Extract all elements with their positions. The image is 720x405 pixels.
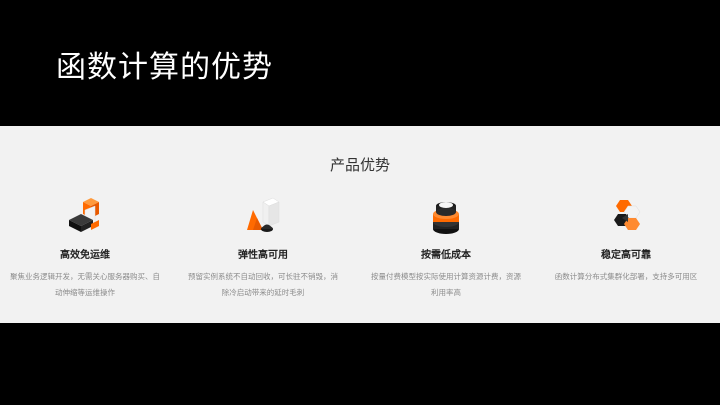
feature-description: 函数计算分布式集群化部署，支持多可用区	[554, 272, 698, 281]
feature-description: 聚焦业务逻辑开发，无需关心服务器购买、自动伸缩等运维操作	[10, 272, 160, 297]
feature-card: 按需低成本 按量付费模型按实际使用计算资源计费，资源利用率高	[356, 196, 536, 301]
feature-card: 弹性高可用 预留实例系统不自动回收，可长驻不销毁，消除冷启动带来的延时毛刺	[173, 196, 353, 301]
feature-card: 高效免运维 聚焦业务逻辑开发，无需关心服务器购买、自动伸缩等运维操作	[0, 196, 175, 301]
product-advantages-panel: 产品优势 高效免运维 聚焦业务逻辑开发，无需关心服务器购买、自动伸缩等运维操作	[0, 126, 720, 323]
feature-title: 稳定高可靠	[601, 250, 651, 261]
slide-title: 函数计算的优势	[56, 50, 273, 85]
stacked-cylinder-icon	[433, 202, 459, 234]
hexagon-cluster-icon	[614, 200, 641, 230]
cone-cube-icon	[247, 197, 280, 232]
section-title: 产品优势	[329, 156, 390, 174]
feature-card: 稳定高可靠 函数计算分布式集群化部署，支持多可用区	[536, 196, 716, 285]
blocks-icon	[69, 198, 99, 232]
feature-title: 按需低成本	[421, 250, 471, 261]
feature-description: 预留实例系统不自动回收，可长驻不销毁，消除冷启动带来的延时毛刺	[188, 272, 338, 297]
feature-description: 按量付费模型按实际使用计算资源计费，资源利用率高	[371, 272, 521, 297]
feature-title: 弹性高可用	[238, 250, 288, 261]
feature-list: 高效免运维 聚焦业务逻辑开发，无需关心服务器购买、自动伸缩等运维操作 弹性高可用…	[0, 196, 720, 316]
feature-title: 高效免运维	[60, 250, 110, 261]
